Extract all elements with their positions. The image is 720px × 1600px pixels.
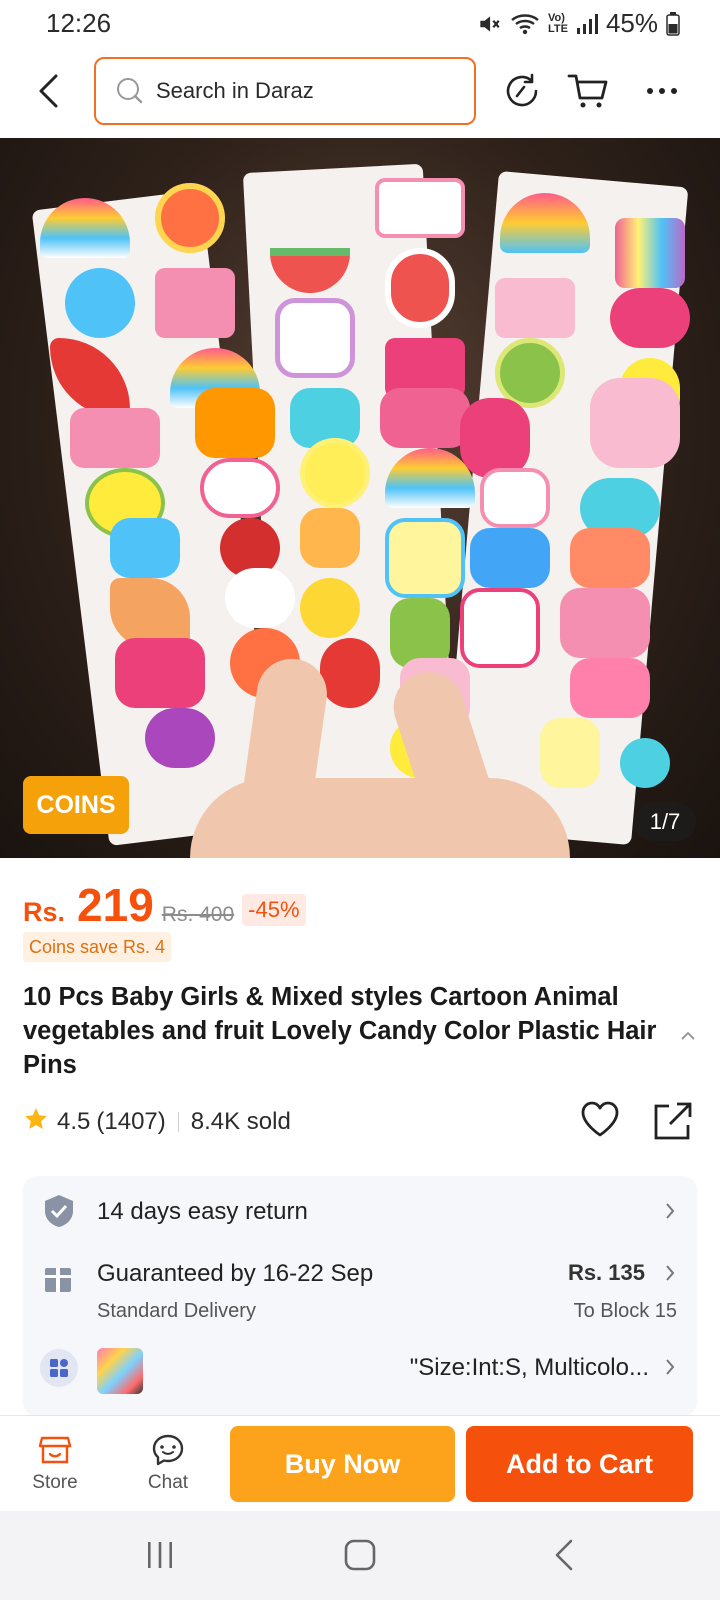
volte-icon: Vo) LTE [547, 11, 568, 35]
variant-row[interactable]: "Size:Int:S, Multicolo... [23, 1336, 697, 1416]
more-icon [647, 88, 677, 94]
recents-button[interactable] [130, 1533, 190, 1577]
store-label: Store [32, 1472, 78, 1493]
system-back-button[interactable] [534, 1533, 594, 1577]
coins-badge: COINS [23, 776, 129, 834]
status-bar: 12:26 Vo) LTE 45% [0, 0, 720, 46]
delivery-type: Standard Delivery [97, 1300, 256, 1322]
back-button[interactable] [28, 66, 68, 116]
mute-icon [476, 11, 502, 37]
heart-icon [581, 1101, 619, 1137]
wishlist-button[interactable] [580, 1100, 620, 1143]
share-button[interactable] [652, 1100, 694, 1147]
top-header: Search in Daraz [0, 46, 720, 138]
variant-thumbnail [97, 1348, 143, 1394]
search-input[interactable]: Search in Daraz [94, 57, 476, 125]
chevron-right-icon [665, 1264, 675, 1287]
signal-icon [576, 13, 598, 35]
search-icon [117, 78, 143, 104]
status-time: 12:26 [46, 8, 112, 38]
gift-box-icon [43, 1264, 73, 1299]
cart-icon [567, 74, 608, 108]
product-image[interactable] [0, 138, 720, 858]
buy-now-button[interactable]: Buy Now [230, 1426, 455, 1502]
wifi-icon [510, 11, 540, 37]
chat-icon [152, 1434, 184, 1466]
chevron-up-icon[interactable] [680, 1028, 696, 1046]
back-icon [39, 74, 58, 108]
price-currency: Rs. [23, 897, 66, 927]
review-count: (1407) [96, 1108, 166, 1135]
coins-save-label: Coins save Rs. 4 [23, 932, 172, 962]
return-row[interactable]: 14 days easy return [23, 1176, 697, 1246]
system-nav-bar [0, 1511, 720, 1600]
home-button[interactable] [330, 1533, 390, 1577]
add-to-cart-button[interactable]: Add to Cart [466, 1426, 693, 1502]
chevron-right-icon [665, 1202, 675, 1225]
share-icon [654, 1102, 692, 1140]
divider [177, 1112, 179, 1132]
variant-label: "Size:Int:S, Multicolo... [409, 1354, 649, 1381]
delivery-fee: Rs. 135 [567, 1260, 645, 1285]
bottom-action-bar: Store Chat Buy Now Add to Cart [0, 1415, 720, 1511]
history-button[interactable] [496, 64, 548, 118]
delivery-location: To Block 15 [573, 1300, 677, 1322]
chevron-right-icon [665, 1358, 675, 1381]
image-counter: 1/7 [634, 803, 696, 841]
recents-icon [148, 1542, 172, 1568]
price-row: Rs. 219 Rs. 400 -45% [23, 878, 306, 931]
current-price: 219 [77, 879, 154, 931]
delivery-title: Guaranteed by 16-22 Sep [97, 1260, 374, 1287]
discount-badge: -45% [242, 894, 306, 926]
original-price: Rs. 400 [161, 903, 235, 926]
cart-button[interactable] [562, 64, 614, 118]
rating-value: 4.5 [57, 1108, 91, 1135]
service-info-card: 14 days easy return Guaranteed by 16-22 … [23, 1176, 697, 1416]
rating-row[interactable]: 4.5 (1407) 8.4K sold [23, 1104, 291, 1140]
back-icon [555, 1539, 573, 1571]
star-icon [23, 1106, 49, 1139]
product-title: 10 Pcs Baby Girls & Mixed styles Cartoon… [23, 983, 657, 1079]
product-page: 12:26 Vo) LTE 45% Search in Daraz COINS … [0, 0, 720, 1600]
return-label: 14 days easy return [97, 1198, 308, 1225]
more-button[interactable] [636, 64, 688, 118]
variants-icon [39, 1348, 79, 1393]
shield-check-icon [43, 1194, 75, 1233]
chat-label: Chat [147, 1472, 189, 1493]
chat-button[interactable]: Chat [128, 1430, 208, 1494]
delivery-row[interactable]: Guaranteed by 16-22 Sep Standard Deliver… [23, 1246, 697, 1336]
sold-count: 8.4K sold [190, 1108, 291, 1135]
store-icon [38, 1436, 72, 1464]
store-button[interactable]: Store [15, 1430, 95, 1494]
home-icon [344, 1539, 376, 1571]
history-icon [506, 73, 538, 107]
battery-icon [666, 11, 680, 36]
battery-percent: 45% [605, 8, 658, 38]
search-placeholder: Search in Daraz [156, 78, 314, 103]
